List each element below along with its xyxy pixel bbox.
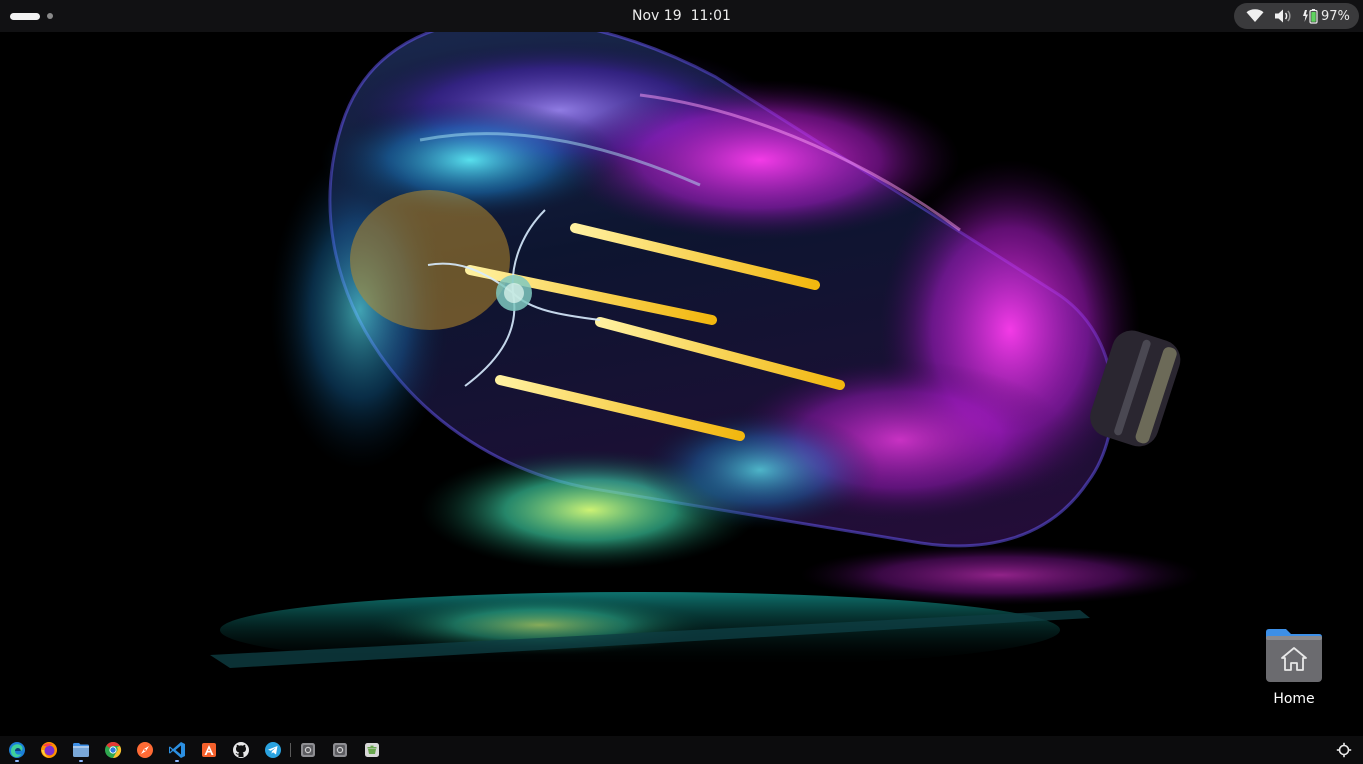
top-panel: Nov 19 11:01 97% bbox=[0, 0, 1363, 32]
battery-charging-icon bbox=[1302, 8, 1318, 24]
desktop-screen: Nov 19 11:01 97% Home bbox=[0, 0, 1363, 764]
taskbar bbox=[0, 736, 1363, 764]
firefox-icon[interactable] bbox=[40, 741, 58, 759]
window-icon-2[interactable] bbox=[331, 741, 349, 759]
wifi-icon bbox=[1246, 8, 1264, 24]
running-indicator bbox=[15, 760, 19, 762]
compass-icon[interactable] bbox=[136, 741, 154, 759]
chrome-icon[interactable] bbox=[104, 741, 122, 759]
network-status-icon[interactable] bbox=[1336, 742, 1352, 758]
home-folder-icon bbox=[1264, 628, 1324, 684]
taskbar-separator bbox=[290, 743, 291, 757]
clock-button[interactable]: Nov 19 11:01 bbox=[0, 0, 1363, 32]
desktop-icon-home[interactable]: Home bbox=[1256, 624, 1332, 712]
telegram-icon[interactable] bbox=[264, 741, 282, 759]
recycle-icon[interactable] bbox=[363, 741, 381, 759]
workspace-indicator-inactive[interactable] bbox=[47, 13, 53, 19]
window-icon-1[interactable] bbox=[299, 741, 317, 759]
desktop-icon-label: Home bbox=[1273, 691, 1315, 707]
battery-percentage: 97% bbox=[1321, 8, 1350, 24]
workspace-indicator-active[interactable] bbox=[10, 12, 40, 20]
activities-button[interactable] bbox=[10, 9, 60, 23]
system-menu-button[interactable]: 97% bbox=[1234, 3, 1359, 29]
microsoft-edge-icon[interactable] bbox=[8, 741, 26, 759]
clock-date[interactable]: Nov 19 bbox=[632, 8, 682, 24]
clock-time[interactable]: 11:01 bbox=[691, 8, 731, 24]
vscode-icon[interactable] bbox=[168, 741, 186, 759]
github-icon[interactable] bbox=[232, 741, 250, 759]
files-icon[interactable] bbox=[72, 741, 90, 759]
wallpaper bbox=[0, 0, 1363, 764]
software-center-icon[interactable] bbox=[200, 741, 218, 759]
running-indicator bbox=[79, 760, 83, 762]
running-indicator bbox=[175, 760, 179, 762]
wallpaper-light-bulb bbox=[210, 17, 1200, 668]
volume-icon bbox=[1274, 8, 1292, 24]
